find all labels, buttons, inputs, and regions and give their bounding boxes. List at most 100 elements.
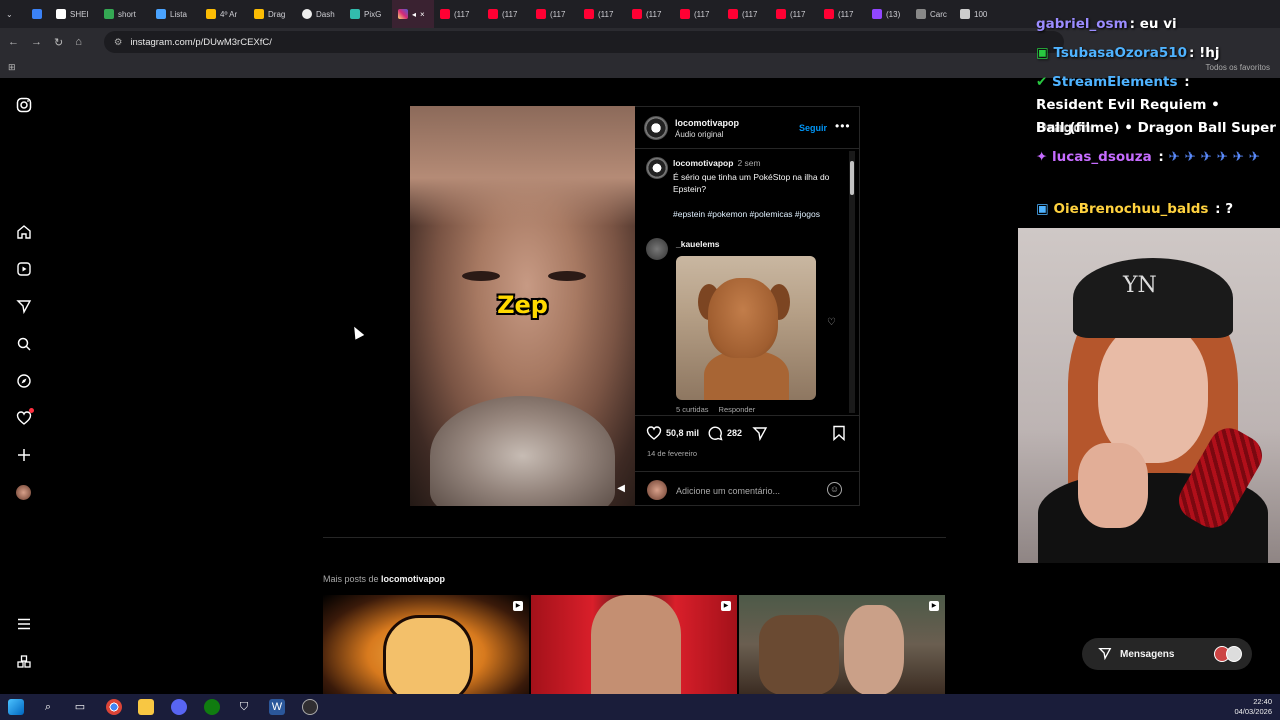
like-heart-icon[interactable] [646, 425, 662, 445]
file-explorer-icon[interactable] [138, 699, 154, 715]
chat-message: : eu vi [1129, 16, 1177, 32]
browser-tab[interactable]: (117 [530, 0, 578, 28]
comment-input[interactable]: Adicione um comentário... [676, 486, 780, 496]
caption-avatar[interactable] [646, 157, 668, 179]
messages-button[interactable]: Mensagens [1082, 638, 1252, 670]
reels-icon[interactable] [16, 261, 32, 277]
forward-icon[interactable]: → [31, 36, 42, 48]
browser-tab[interactable]: 100 [954, 0, 990, 28]
shield-icon[interactable]: ⛉ [236, 699, 252, 715]
comment-bubble-icon[interactable] [707, 425, 723, 445]
explore-compass-icon[interactable] [16, 373, 32, 389]
post-thumbnail[interactable]: ▶ [531, 595, 737, 694]
post-video[interactable]: Zep ◀ [410, 106, 635, 506]
notifications-heart-icon[interactable] [16, 408, 34, 426]
task-view-icon[interactable]: ▭ [72, 699, 88, 715]
chrome-icon[interactable] [106, 699, 122, 715]
profile-avatar[interactable] [16, 485, 32, 501]
browser-tab[interactable]: (117 [674, 0, 722, 28]
url-field[interactable]: ⚙ instagram.com/p/DUwM3rCEXfC/ [103, 31, 1064, 53]
browser-tab[interactable]: (13) [866, 0, 910, 28]
browser-tab[interactable]: (117 [818, 0, 866, 28]
browser-tab[interactable]: (117 [770, 0, 818, 28]
chat-line: ✦ lucas_dsouza : ✈ ✈ ✈ ✈ ✈ ✈ [1036, 146, 1276, 169]
author-username[interactable]: locomotivapop [675, 118, 739, 128]
instagram-logo-icon[interactable] [16, 97, 32, 113]
emoji-icon[interactable]: ☺ [827, 482, 842, 497]
browser-tab[interactable]: Carc [910, 0, 954, 28]
comment-image[interactable] [676, 256, 816, 400]
search-icon[interactable]: ⌕ [40, 699, 56, 715]
back-icon[interactable]: ← [8, 36, 19, 48]
comment-like-icon[interactable]: ♡ [827, 317, 836, 328]
site-info-icon[interactable]: ⚙ [114, 37, 123, 48]
reel-icon: ▶ [929, 601, 939, 611]
volume-icon[interactable]: ◀ [617, 483, 625, 494]
share-send-icon[interactable] [752, 425, 768, 445]
audio-label[interactable]: Áudio original [675, 130, 723, 139]
tab-menu-button[interactable]: ⌄ [0, 0, 26, 28]
more-options-icon[interactable]: ••• [835, 119, 851, 133]
home-icon[interactable] [16, 224, 32, 240]
shein-icon [56, 9, 66, 19]
tab-label: (117 [790, 9, 806, 19]
likes-count[interactable]: 50,8 mil [666, 428, 699, 438]
word-icon[interactable]: W [269, 699, 285, 715]
browser-tab[interactable]: Dash [296, 0, 344, 28]
home-icon[interactable]: ⌂ [75, 36, 82, 48]
browser-tab-active[interactable]: ◂ × [392, 0, 434, 28]
tab-label: (117 [550, 9, 566, 19]
comments-scrollbar[interactable] [849, 151, 855, 413]
search-icon[interactable] [16, 336, 32, 352]
browser-tab[interactable]: PixG [344, 0, 392, 28]
caption-username[interactable]: locomotivapop 2 sem [673, 158, 761, 168]
hamburger-menu-icon[interactable] [16, 616, 32, 632]
video-frame-beard [430, 396, 615, 506]
browser-tab[interactable] [26, 0, 50, 28]
add-comment-bar: Adicione um comentário... ☺ [635, 471, 860, 507]
thumb-figure [844, 605, 904, 694]
youtube-icon [776, 9, 786, 19]
post-thumbnail[interactable]: ▶ [323, 595, 529, 694]
browser-tab[interactable]: short [98, 0, 150, 28]
browser-tab[interactable]: (117 [578, 0, 626, 28]
browser-tab[interactable]: (117 [434, 0, 482, 28]
tab-label: PixG [364, 9, 382, 19]
apps-grid-icon[interactable]: ⊞ [8, 62, 16, 73]
browser-tab[interactable]: (117 [626, 0, 674, 28]
obs-icon[interactable] [302, 699, 318, 715]
tab-label: (117 [598, 9, 614, 19]
also-from-meta-icon[interactable] [16, 654, 32, 670]
scroll-thumb[interactable] [850, 161, 854, 195]
browser-tab[interactable]: (117 [482, 0, 530, 28]
discord-icon[interactable] [171, 699, 187, 715]
drive-icon [206, 9, 216, 19]
comments-list: locomotivapop 2 sem É sério que tinha um … [635, 149, 860, 415]
direct-send-icon [1098, 646, 1112, 663]
direct-send-icon[interactable] [16, 298, 32, 315]
dashboard-icon [302, 9, 312, 19]
browser-tab[interactable]: Drag [248, 0, 296, 28]
close-icon[interactable]: × [420, 10, 425, 19]
browser-tab[interactable]: (117 [722, 0, 770, 28]
reply-button[interactable]: Responder [719, 405, 756, 414]
reload-icon[interactable]: ↻ [54, 36, 63, 49]
more-posts-user[interactable]: locomotivapop [381, 574, 445, 584]
author-avatar[interactable] [644, 116, 668, 140]
browser-tab[interactable]: 4º Ar [200, 0, 248, 28]
comment-likes[interactable]: 5 curtidas [676, 405, 709, 414]
youtube-icon [680, 9, 690, 19]
xbox-icon[interactable] [204, 699, 220, 715]
caption-hashtags[interactable]: #epstein #pokemon #polemicas #jogos [673, 209, 853, 219]
comment-username[interactable]: _kauelems [676, 239, 719, 249]
system-clock[interactable]: 22:40 04/03/2026 [1234, 697, 1272, 717]
windows-start-icon[interactable] [8, 699, 24, 715]
comment-avatar[interactable] [646, 238, 668, 260]
save-bookmark-icon[interactable] [832, 425, 846, 445]
clock-time: 22:40 [1253, 697, 1272, 706]
browser-tab[interactable]: Lista [150, 0, 200, 28]
browser-tab[interactable]: SHEI [50, 0, 98, 28]
create-plus-icon[interactable] [16, 447, 32, 463]
follow-button[interactable]: Seguir [799, 123, 827, 133]
post-thumbnail[interactable]: ▶ [739, 595, 945, 694]
